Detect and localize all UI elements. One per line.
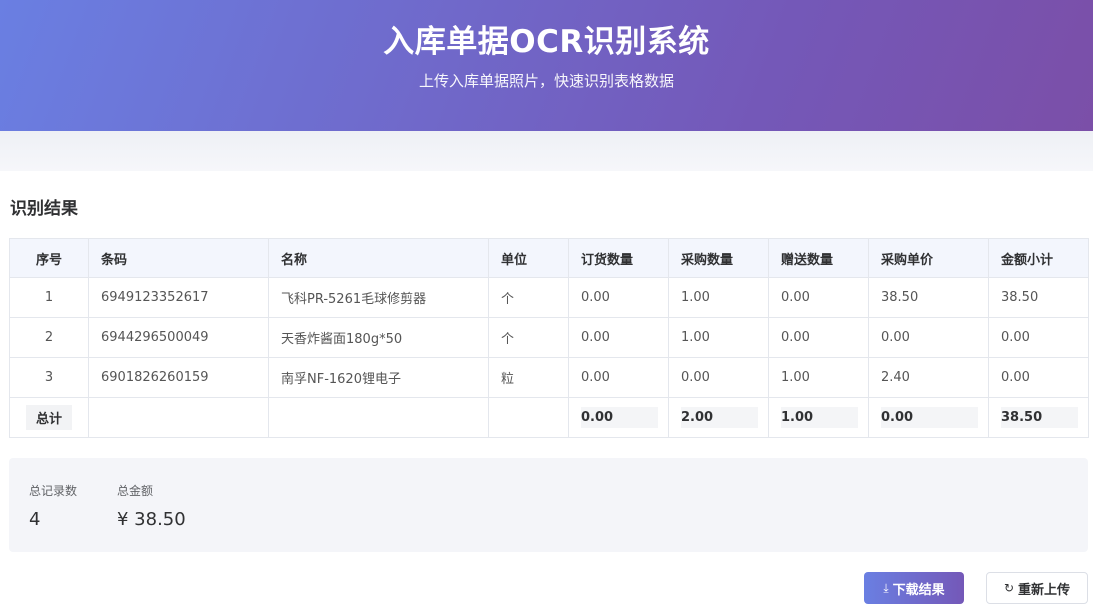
total-unit-price: 0.00 <box>881 407 978 428</box>
total-gift-qty: 1.00 <box>781 407 858 428</box>
total-empty-cell <box>88 397 269 438</box>
total-label: 总计 <box>25 405 72 430</box>
cell-unit: 个 <box>488 277 569 318</box>
cell-name: 飞科PR-5261毛球修剪器 <box>268 277 489 318</box>
table-row: 3 6901826260159 南孚NF-1620锂电子 粒 0.00 0.00… <box>9 357 1089 398</box>
stat-records: 总记录数 4 <box>29 482 77 530</box>
table-row: 2 6944296500049 天香炸酱面180g*50 个 0.00 1.00… <box>9 317 1089 358</box>
download-icon: ⤓ <box>883 580 889 595</box>
cell-order-qty: 0.00 <box>568 277 669 318</box>
cell-index: 1 <box>9 277 89 318</box>
cell-subtotal: 0.00 <box>988 317 1089 358</box>
total-gift-qty-cell: 1.00 <box>768 397 869 438</box>
cell-name: 天香炸酱面180g*50 <box>268 317 489 358</box>
page-header: 入库单据OCR识别系统 上传入库单据照片，快速识别表格数据 <box>0 0 1093 131</box>
cell-purchase-qty: 0.00 <box>668 357 769 398</box>
page-title: 入库单据OCR识别系统 <box>383 24 710 60</box>
total-subtotal: 38.50 <box>1001 407 1078 428</box>
refresh-icon: ↻ <box>1003 581 1015 595</box>
cell-unit: 粒 <box>488 357 569 398</box>
col-header-barcode: 条码 <box>88 238 269 278</box>
summary-panel: 总记录数 4 总金额 ¥ 38.50 <box>9 458 1088 552</box>
download-results-button[interactable]: ⤓ 下载结果 <box>864 572 964 604</box>
cell-index: 3 <box>9 357 89 398</box>
cell-gift-qty: 1.00 <box>768 357 869 398</box>
cell-gift-qty: 0.00 <box>768 277 869 318</box>
col-header-order-qty: 订货数量 <box>568 238 669 278</box>
total-purchase-qty: 2.00 <box>681 407 758 428</box>
total-order-qty-cell: 0.00 <box>568 397 669 438</box>
cell-subtotal: 0.00 <box>988 357 1089 398</box>
cell-unit-price: 38.50 <box>868 277 989 318</box>
cell-order-qty: 0.00 <box>568 357 669 398</box>
col-header-subtotal: 金额小计 <box>988 238 1089 278</box>
cell-purchase-qty: 1.00 <box>668 277 769 318</box>
table-total-row: 总计 0.00 2.00 1.00 0.00 38.50 <box>9 397 1089 438</box>
col-header-purchase-qty: 采购数量 <box>668 238 769 278</box>
header-divider-band <box>0 131 1093 171</box>
cell-barcode: 6949123352617 <box>88 277 269 318</box>
stat-amount-label: 总金额 <box>117 484 154 498</box>
col-header-unit-price: 采购单价 <box>868 238 989 278</box>
col-header-gift-qty: 赠送数量 <box>768 238 869 278</box>
result-table: 序号 条码 名称 单位 订货数量 采购数量 赠送数量 采购单价 金额小计 1 6… <box>9 238 1089 438</box>
total-unit-price-cell: 0.00 <box>868 397 989 438</box>
cell-subtotal: 38.50 <box>988 277 1089 318</box>
total-subtotal-cell: 38.50 <box>988 397 1089 438</box>
cell-unit-price: 2.40 <box>868 357 989 398</box>
cell-gift-qty: 0.00 <box>768 317 869 358</box>
download-results-label: 下载结果 <box>892 582 945 598</box>
table-row: 1 6949123352617 飞科PR-5261毛球修剪器 个 0.00 1.… <box>9 277 1089 318</box>
page-subtitle: 上传入库单据照片，快速识别表格数据 <box>418 72 674 90</box>
table-header-row: 序号 条码 名称 单位 订货数量 采购数量 赠送数量 采购单价 金额小计 <box>9 238 1089 278</box>
col-header-name: 名称 <box>268 238 489 278</box>
reupload-label: 重新上传 <box>1018 582 1071 598</box>
cell-order-qty: 0.00 <box>568 317 669 358</box>
stat-records-label: 总记录数 <box>29 484 78 498</box>
stat-amount-value: ¥ 38.50 <box>117 509 186 530</box>
total-label-cell: 总计 <box>9 397 89 438</box>
reupload-button[interactable]: ↻ 重新上传 <box>986 572 1088 604</box>
total-empty-cell <box>488 397 569 438</box>
cell-index: 2 <box>9 317 89 358</box>
cell-barcode: 6944296500049 <box>88 317 269 358</box>
total-purchase-qty-cell: 2.00 <box>668 397 769 438</box>
cell-barcode: 6901826260159 <box>88 357 269 398</box>
cell-unit: 个 <box>488 317 569 358</box>
total-order-qty: 0.00 <box>581 407 658 428</box>
cell-purchase-qty: 1.00 <box>668 317 769 358</box>
stat-records-value: 4 <box>29 509 41 530</box>
cell-unit-price: 0.00 <box>868 317 989 358</box>
result-section-title: 识别结果 <box>10 199 78 219</box>
col-header-unit: 单位 <box>488 238 569 278</box>
stat-amount: 总金额 ¥ 38.50 <box>117 482 186 530</box>
total-empty-cell <box>268 397 489 438</box>
col-header-index: 序号 <box>9 238 89 278</box>
cell-name: 南孚NF-1620锂电子 <box>268 357 489 398</box>
